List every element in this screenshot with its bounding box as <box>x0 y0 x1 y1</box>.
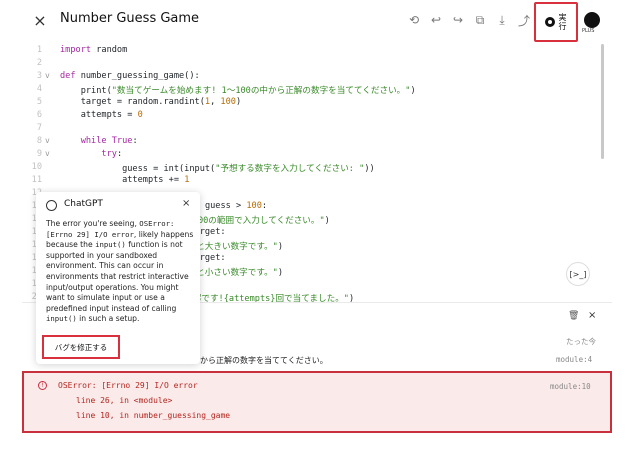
code-line[interactable]: 11 attempts += 1 <box>22 175 602 188</box>
console-output: から正解の数字を当ててください。 <box>200 356 328 365</box>
error-trace-1: line 26, in <module> <box>76 396 173 405</box>
line-number: 2 <box>36 58 42 68</box>
chatgpt-icon <box>46 200 57 211</box>
popup-body: The error you're seeing, OSError: [Errno… <box>46 219 194 324</box>
console-timestamp: たった今 <box>566 337 596 346</box>
line-number: 4 <box>36 84 42 94</box>
code-text[interactable]: attempts += 1 <box>60 175 189 185</box>
code-text[interactable]: print("数当てゲームを始めます! 1～100の中から正解の数字を当ててくだ… <box>60 84 416 96</box>
console-close-icon[interactable]: × <box>588 310 596 321</box>
share-icon[interactable]: ⤴ <box>516 12 532 28</box>
console-output-module: module:4 <box>556 355 593 364</box>
line-number: 11 <box>31 175 42 185</box>
run-label: 実行 <box>558 13 567 31</box>
code-line[interactable]: 2 <box>22 58 602 71</box>
terminal-icon[interactable]: [>_] <box>566 262 590 286</box>
code-text[interactable]: import random <box>60 45 127 55</box>
line-number: 6 <box>36 110 42 120</box>
code-line[interactable]: 4 print("数当てゲームを始めます! 1～100の中から正解の数字を当てて… <box>22 84 602 97</box>
code-text[interactable]: def number_guessing_game(): <box>60 71 200 81</box>
document-title[interactable]: Number Guess Game <box>60 11 199 26</box>
close-icon[interactable]: × <box>30 10 50 30</box>
code-text[interactable]: target = random.randint(1, 100) <box>60 97 241 107</box>
copy-icon[interactable]: ⧉ <box>472 12 488 28</box>
fix-bug-button[interactable]: バグを修正する <box>42 335 120 359</box>
redo-icon[interactable]: ↪ <box>450 12 466 28</box>
error-icon: ! <box>38 381 47 390</box>
code-line[interactable]: 1 import random <box>22 45 602 58</box>
error-trace-2: line 10, in number_guessing_game <box>76 411 231 420</box>
line-number: 5 <box>36 97 42 107</box>
fold-chevron-icon[interactable]: v <box>45 71 50 80</box>
top-bar: × Number Guess Game ⌄ ⟲ ↩ ↪ ⧉ ⤓ ⤴ 実行 PLU… <box>0 0 634 42</box>
run-button[interactable]: 実行 <box>534 2 578 42</box>
code-line[interactable]: 6 attempts = 0 <box>22 110 602 123</box>
code-line[interactable]: 9v try: <box>22 149 602 162</box>
line-number: 7 <box>36 123 42 133</box>
chatgpt-popup: ChatGPT × The error you're seeing, OSErr… <box>36 192 200 364</box>
fold-chevron-icon[interactable]: v <box>45 136 50 145</box>
code-line[interactable]: 10 guess = int(input("予想する数字を入力してください: "… <box>22 162 602 175</box>
line-number: 10 <box>31 162 42 172</box>
code-line[interactable]: 3 v def number_guessing_game(): <box>22 71 602 84</box>
trash-icon[interactable]: 🗑 <box>568 311 579 321</box>
line-number: 9 <box>36 149 42 159</box>
code-text[interactable]: guess = int(input("予想する数字を入力してください: ")) <box>60 162 375 174</box>
code-text[interactable]: attempts = 0 <box>60 110 143 120</box>
chevron-down-icon[interactable]: ⌄ <box>166 12 174 23</box>
run-icon <box>544 17 555 27</box>
code-line[interactable]: 8v while True: <box>22 136 602 149</box>
undo-icon[interactable]: ↩ <box>428 12 444 28</box>
error-title: OSError: [Errno 29] I/O error <box>58 381 198 390</box>
fold-chevron-icon[interactable]: v <box>45 149 50 158</box>
code-line[interactable]: 7 <box>22 123 602 136</box>
error-message: ! OSError: [Errno 29] I/O error module:1… <box>22 371 612 433</box>
code-line[interactable]: 5 target = random.randint(1, 100) <box>22 97 602 110</box>
history-icon[interactable]: ⟲ <box>406 12 422 28</box>
line-number: 1 <box>36 45 42 55</box>
line-number: 3 <box>36 71 42 81</box>
plus-badge: PLUS <box>582 28 595 34</box>
download-icon[interactable]: ⤓ <box>494 12 510 28</box>
avatar[interactable] <box>584 12 600 28</box>
code-text[interactable]: try: <box>60 149 122 159</box>
popup-close-icon[interactable]: × <box>182 198 190 209</box>
editor-scrollbar[interactable] <box>601 44 604 159</box>
popup-title: ChatGPT <box>64 199 103 209</box>
line-number: 8 <box>36 136 42 146</box>
code-text[interactable]: while True: <box>60 136 138 146</box>
error-module: module:10 <box>550 382 591 391</box>
